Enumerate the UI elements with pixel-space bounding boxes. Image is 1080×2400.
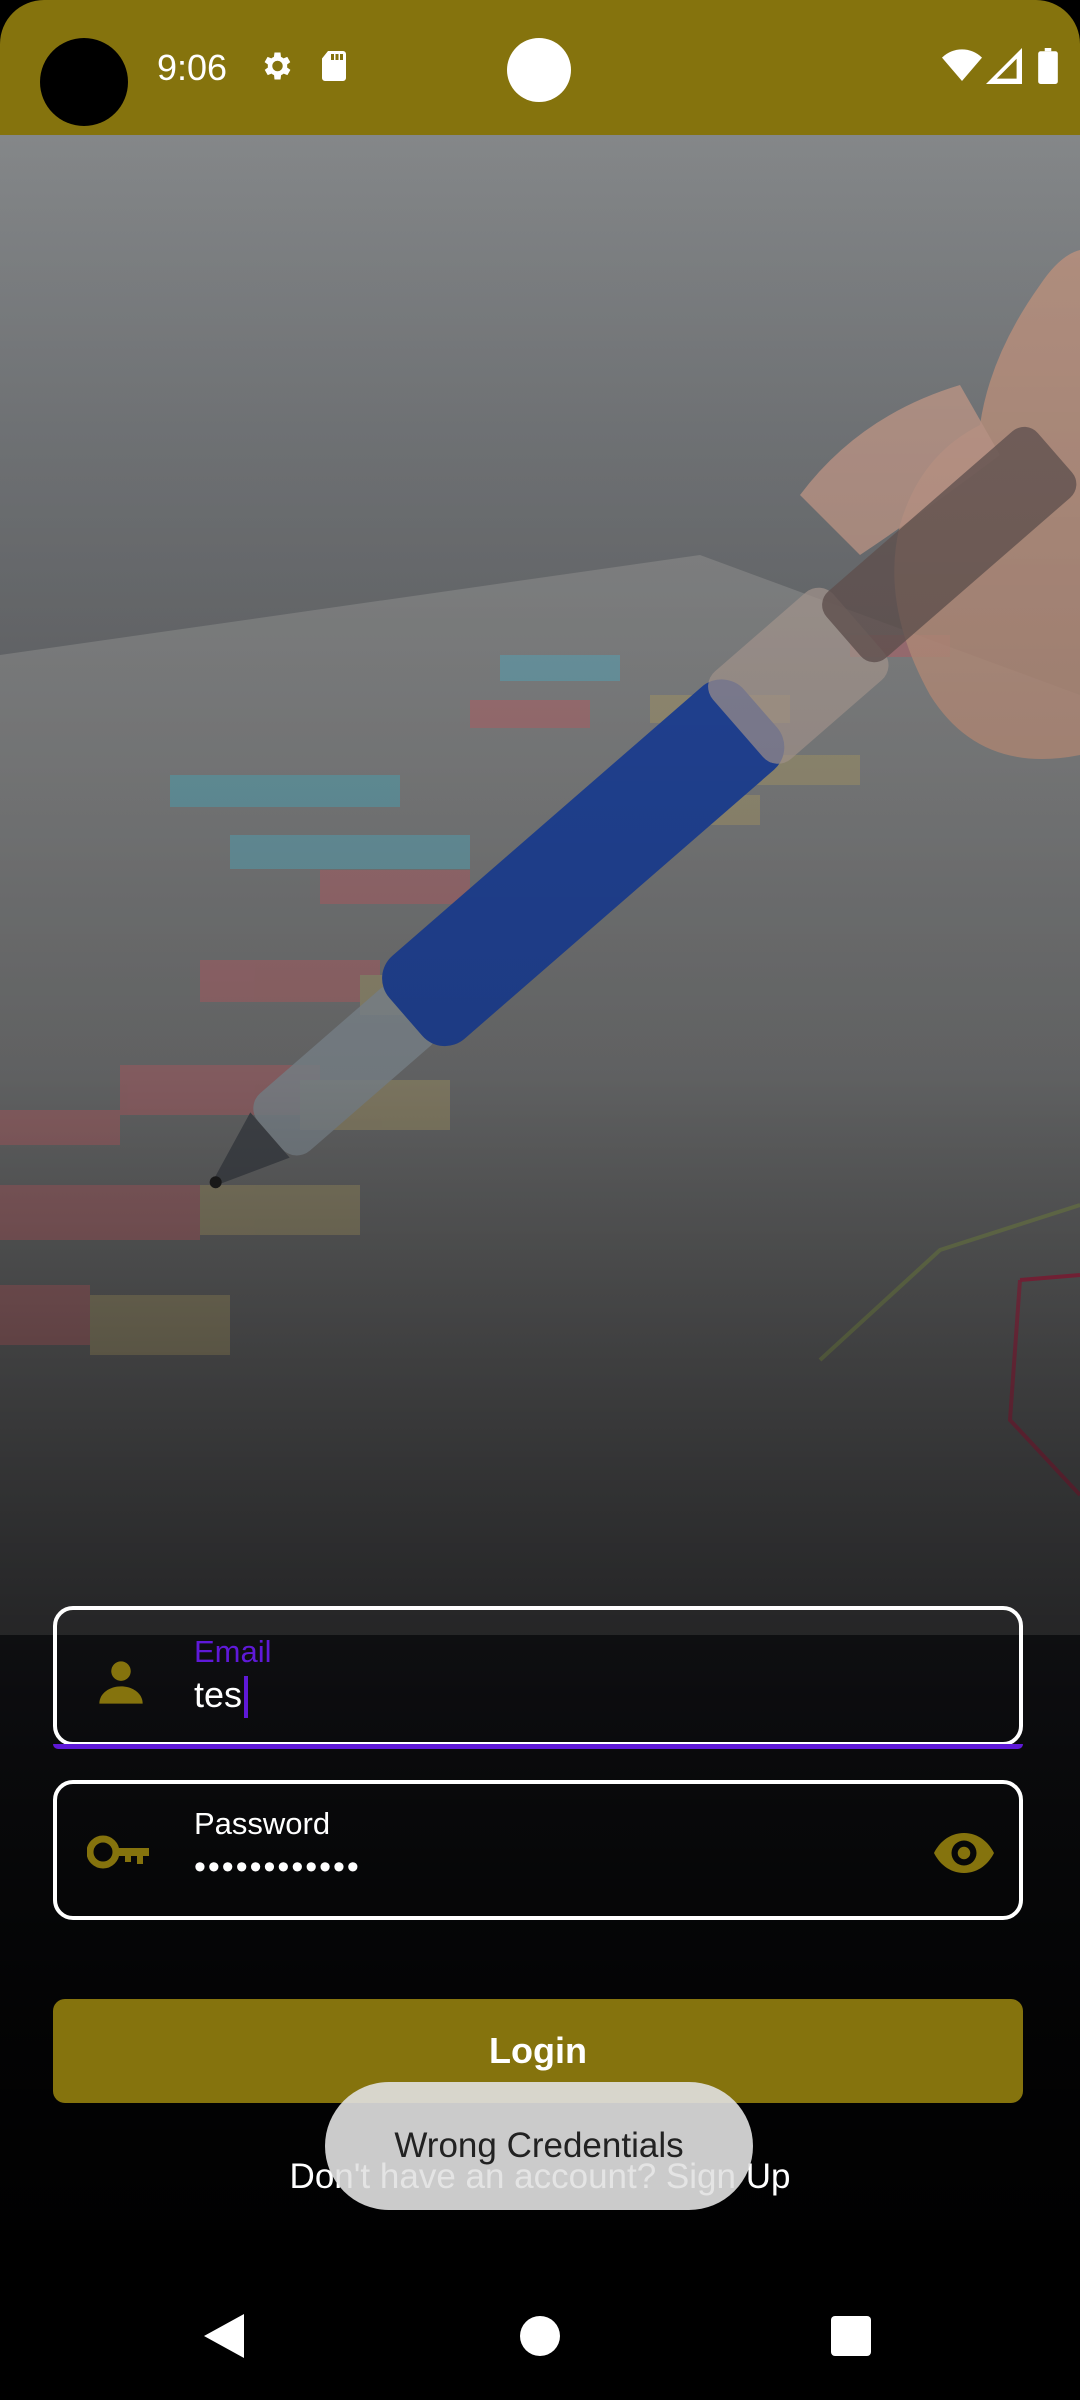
- status-dot: [507, 38, 571, 102]
- password-field[interactable]: Password ••••••••••••: [53, 1780, 1023, 1920]
- password-value[interactable]: ••••••••••••: [194, 1848, 361, 1887]
- key-icon: [87, 1835, 149, 1869]
- person-icon: [99, 1661, 143, 1704]
- email-value[interactable]: tes: [194, 1674, 249, 1719]
- wifi-icon: [942, 49, 982, 81]
- eye-icon[interactable]: [934, 1830, 994, 1876]
- password-label: Password: [194, 1806, 331, 1841]
- battery-icon: [1038, 48, 1058, 84]
- status-bar: 9:06: [0, 0, 1080, 135]
- email-focus-indicator: [53, 1744, 1023, 1749]
- sd-card-icon: [322, 51, 346, 81]
- email-field[interactable]: Email tes: [53, 1606, 1023, 1746]
- back-icon[interactable]: [204, 2314, 244, 2358]
- toast-message: Wrong Credentials: [394, 2126, 684, 2165]
- home-icon[interactable]: [520, 2316, 560, 2356]
- navigation-bar: [0, 2232, 1080, 2400]
- recents-icon[interactable]: [831, 2316, 871, 2356]
- signal-icon: [986, 48, 1022, 84]
- camera-cutout: [40, 38, 128, 126]
- status-time: 9:06: [157, 47, 228, 88]
- text-caret: [244, 1676, 249, 1719]
- email-label: Email: [194, 1634, 272, 1669]
- error-toast: Wrong Credentials: [325, 2082, 753, 2210]
- settings-icon: [264, 52, 291, 80]
